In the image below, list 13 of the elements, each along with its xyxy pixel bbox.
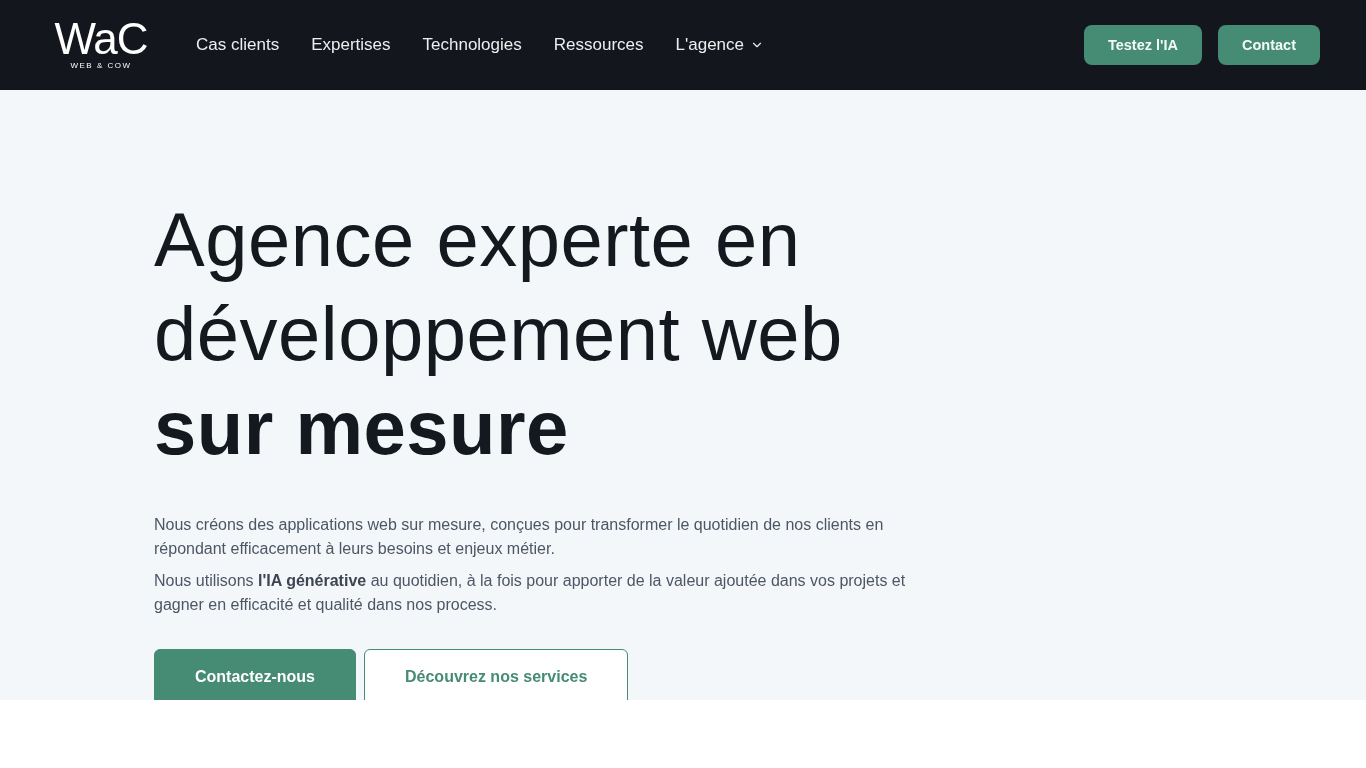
hero-paragraph: Nous créons des applications web sur mesure, conçues pour transformer le quotidien de nos clients en répondant efficacement à leurs besoins et enjeux métier.: [154, 515, 885, 559]
header-button[interactable]: Testez l'IA: [1083, 25, 1202, 65]
logo[interactable]: WaC WEB & COW: [46, 19, 156, 71]
nav-link[interactable]: Expertises: [311, 35, 391, 55]
nav-link[interactable]: L'agence: [675, 35, 764, 55]
hero-heading: Agence experte en développement web sur mesure: [154, 196, 844, 472]
nav-link[interactable]: Ressources: [553, 35, 644, 55]
outline-button[interactable]: Découvrez nos services: [364, 649, 629, 700]
header-button[interactable]: Contact: [1218, 25, 1320, 65]
hero-paragraph: Nous utilisons l'IA générative au quotidien, à la fois pour apporter de la valeur ajoutée dans vos projets et gagner en efficacité et qualité dans nos process.: [154, 571, 907, 615]
nav-link[interactable]: Cas clients: [196, 35, 280, 55]
nav-link[interactable]: Technologies: [422, 35, 522, 55]
primary-button[interactable]: Contactez-nous: [154, 649, 356, 700]
